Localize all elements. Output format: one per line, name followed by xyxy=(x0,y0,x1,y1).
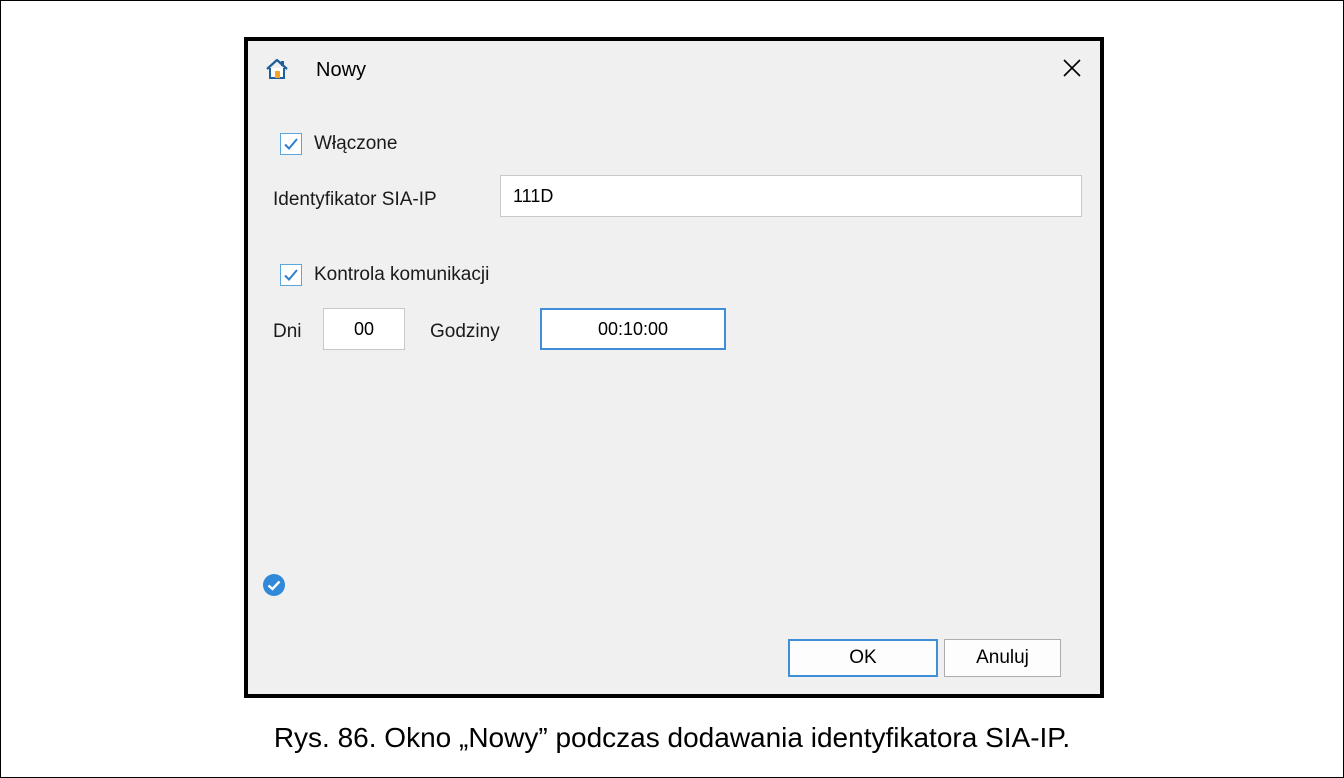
check-icon xyxy=(284,269,298,281)
check-icon xyxy=(284,138,298,150)
days-input[interactable]: 00 xyxy=(323,308,405,350)
ok-button[interactable]: OK xyxy=(788,639,938,677)
close-button[interactable] xyxy=(1056,55,1088,85)
days-value: 00 xyxy=(353,318,375,339)
comm-control-label: Kontrola komunikacji xyxy=(314,264,490,285)
dialog-titlebar: Nowy xyxy=(248,41,1100,107)
home-icon xyxy=(265,58,289,80)
hours-input[interactable]: 00:10:00 xyxy=(540,308,726,350)
check-circle-icon xyxy=(262,573,286,597)
identifier-value: 111D xyxy=(513,185,554,206)
close-icon xyxy=(1063,58,1081,82)
identifier-label: Identyfikator SIA-IP xyxy=(273,189,437,210)
identifier-input[interactable]: 111D xyxy=(500,175,1082,217)
figure-caption: Rys. 86. Okno „Nowy” podczas dodawania i… xyxy=(273,722,1071,753)
hours-label: Godziny xyxy=(430,321,500,342)
enabled-label: Włączone xyxy=(314,133,398,154)
cancel-button-label: Anuluj xyxy=(976,647,1029,668)
ok-button-label: OK xyxy=(849,647,877,668)
comm-control-checkbox[interactable] xyxy=(280,264,302,286)
cancel-button[interactable]: Anuluj xyxy=(944,639,1061,677)
enabled-checkbox[interactable] xyxy=(280,133,302,155)
new-dialog: Nowy Włączone Identyfikator SIA-IP 111D … xyxy=(244,37,1104,698)
dialog-title: Nowy xyxy=(316,59,367,81)
hours-value: 00:10:00 xyxy=(597,318,669,339)
days-label: Dni xyxy=(273,321,302,342)
